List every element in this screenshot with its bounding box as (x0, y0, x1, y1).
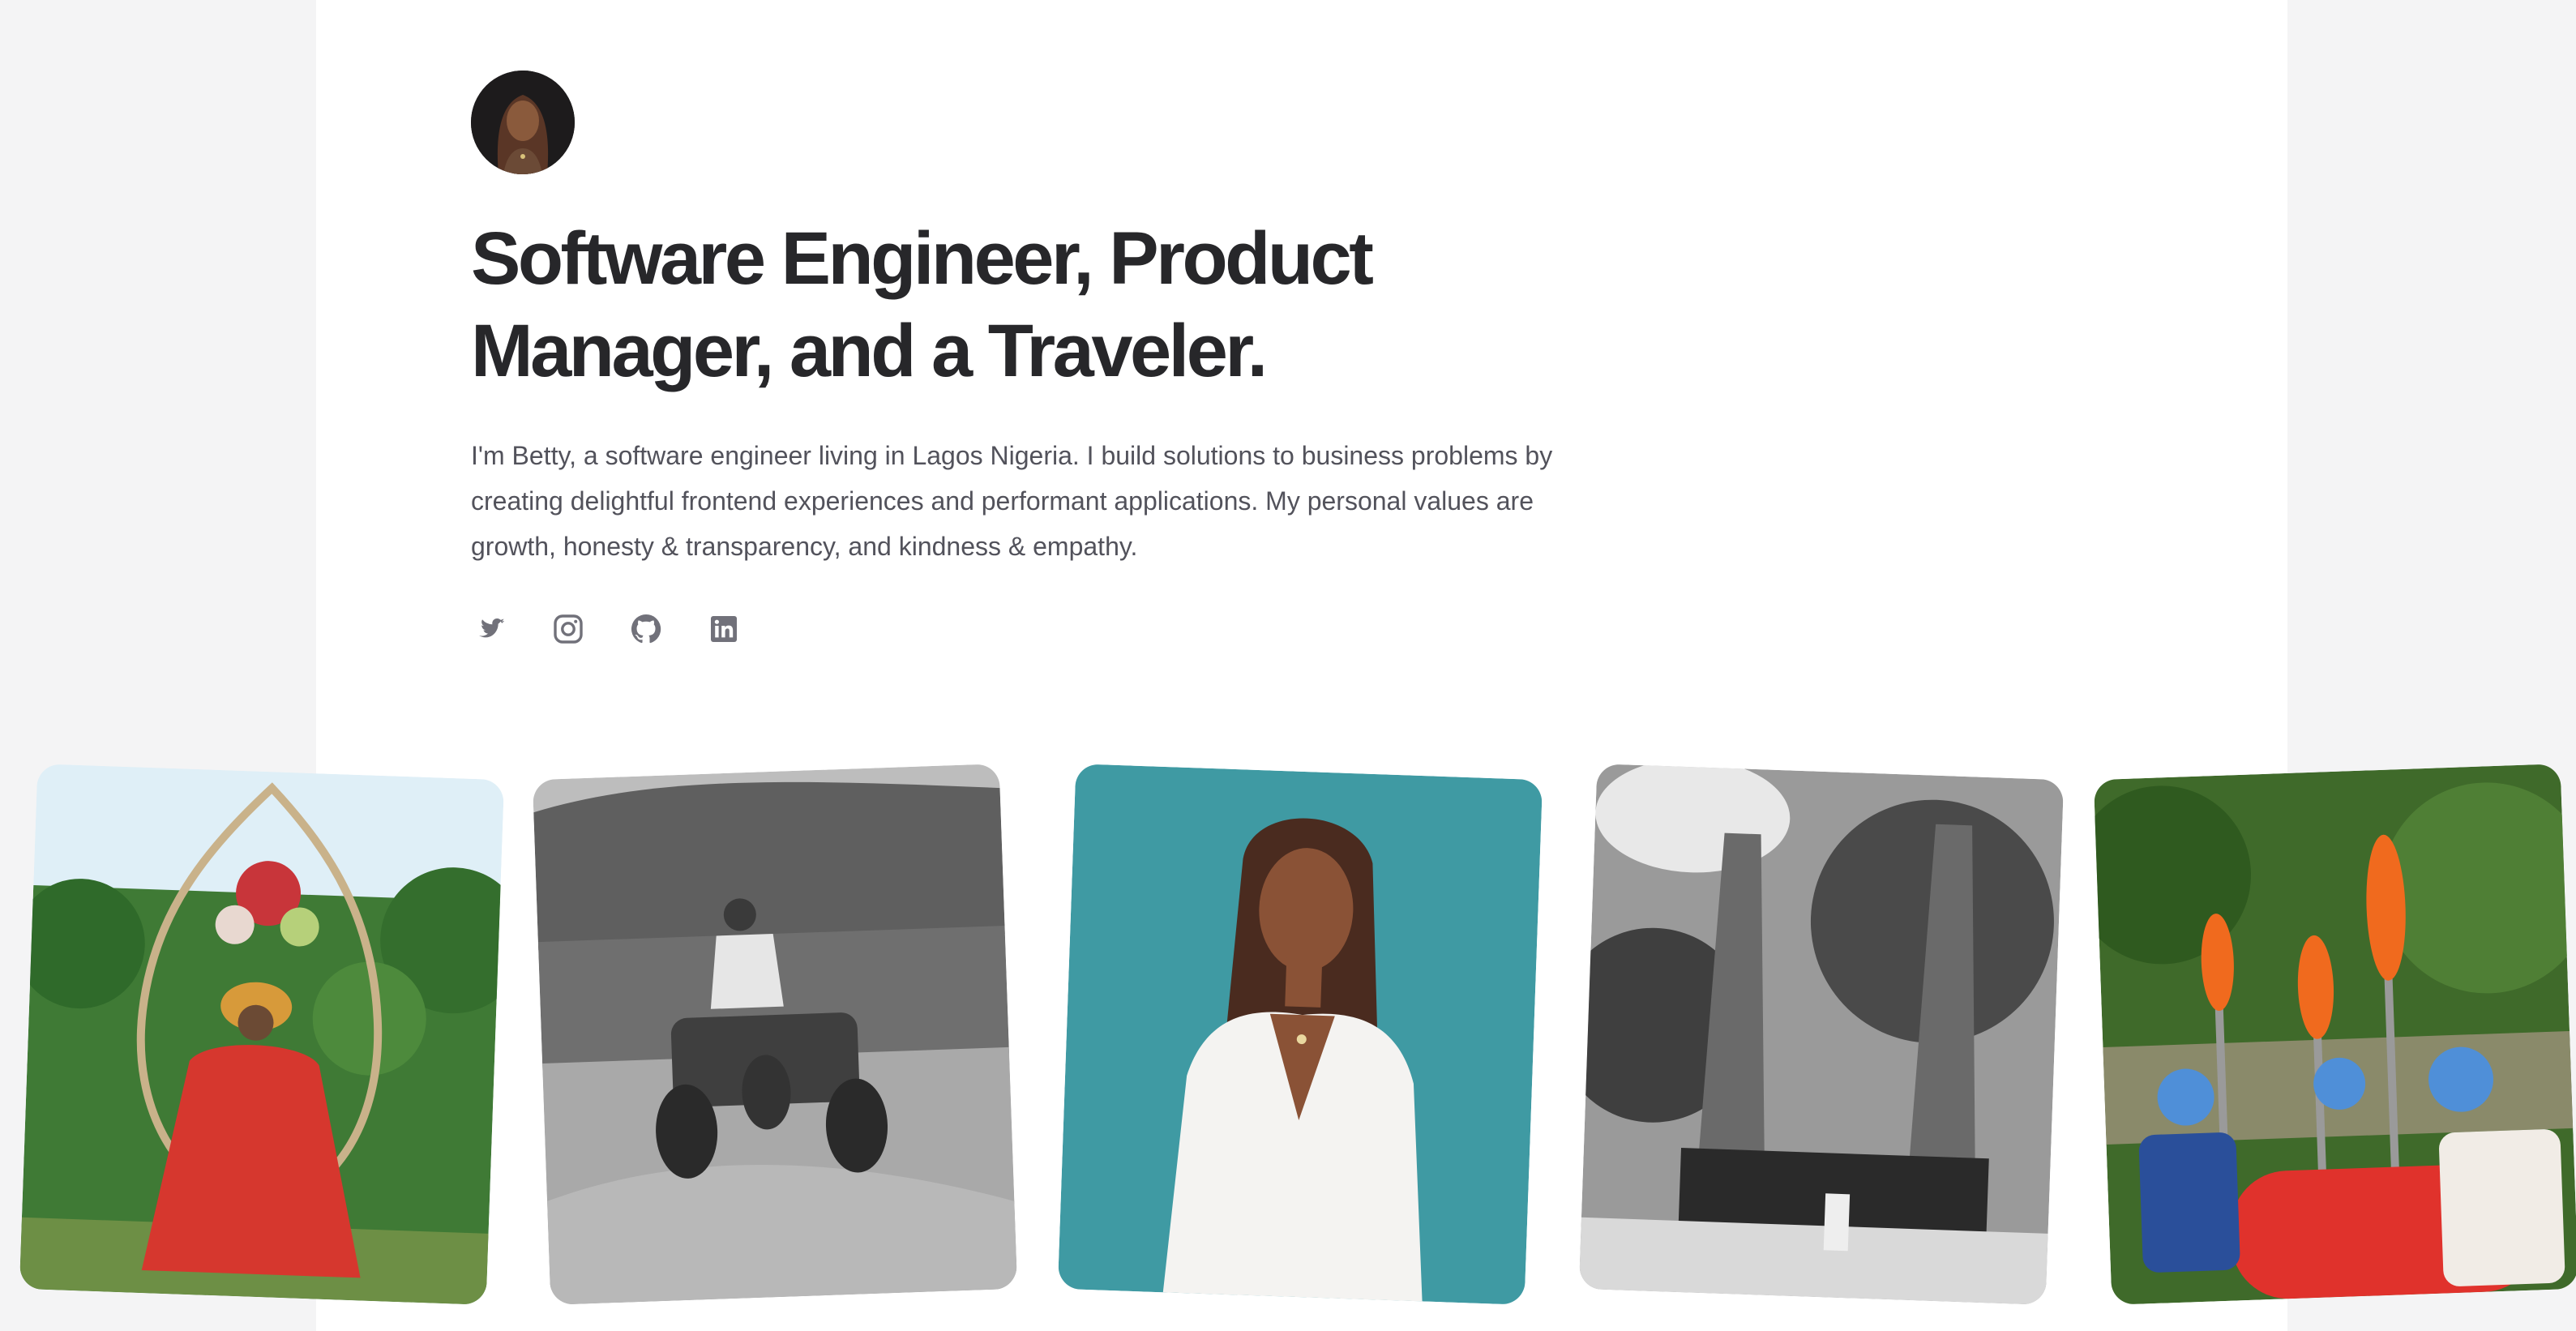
linkedin-icon (711, 616, 737, 642)
instagram-icon (554, 614, 583, 644)
avatar[interactable] (471, 71, 575, 174)
twitter-link[interactable] (471, 610, 510, 648)
github-icon (631, 614, 661, 644)
photo-rafting (2093, 764, 2576, 1305)
intro-paragraph: I'm Betty, a software engineer living in… (471, 441, 1553, 561)
photo-swing (19, 764, 505, 1305)
twitter-icon (479, 618, 505, 638)
photo-quad-bike (532, 764, 1018, 1305)
instagram-link[interactable] (549, 610, 588, 648)
linkedin-link[interactable] (704, 610, 743, 648)
photo-portrait (1057, 764, 1543, 1305)
photo-temple-gate (1578, 764, 2065, 1305)
page-title: Software Engineer, Product Manager, and … (471, 217, 1374, 392)
github-link[interactable] (627, 610, 665, 648)
